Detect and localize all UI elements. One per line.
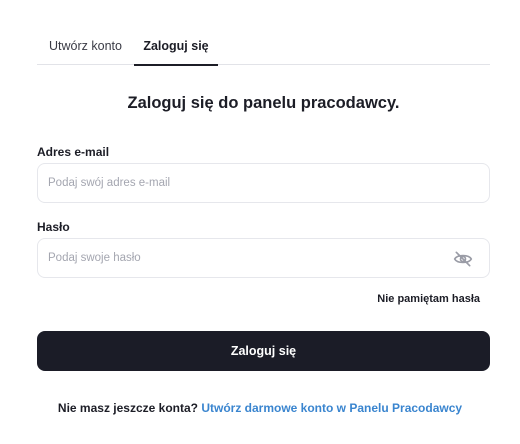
password-label: Hasło — [37, 220, 70, 234]
signup-prompt: Nie masz jeszcze konta? Utwórz darmowe k… — [0, 401, 520, 415]
email-field[interactable] — [38, 164, 489, 202]
login-panel: Utwórz konto Zaloguj się Zaloguj się do … — [0, 0, 520, 444]
auth-tabs: Utwórz konto Zaloguj się — [37, 26, 490, 66]
email-field-wrapper — [37, 163, 490, 203]
signup-link[interactable]: Utwórz darmowe konto w Panelu Pracodawcy — [201, 401, 462, 415]
password-field-wrapper — [37, 238, 490, 278]
email-label: Adres e-mail — [37, 145, 110, 159]
login-button[interactable]: Zaloguj się — [37, 331, 490, 371]
tab-register[interactable]: Utwórz konto — [37, 26, 134, 65]
password-field[interactable] — [38, 239, 489, 277]
page-title: Zaloguj się do panelu pracodawcy. — [127, 94, 400, 112]
eye-off-icon[interactable] — [453, 249, 473, 269]
tab-login[interactable]: Zaloguj się — [134, 26, 218, 66]
signup-question: Nie masz jeszcze konta? — [57, 401, 198, 415]
forgot-password-link[interactable]: Nie pamiętam hasła — [377, 293, 480, 305]
